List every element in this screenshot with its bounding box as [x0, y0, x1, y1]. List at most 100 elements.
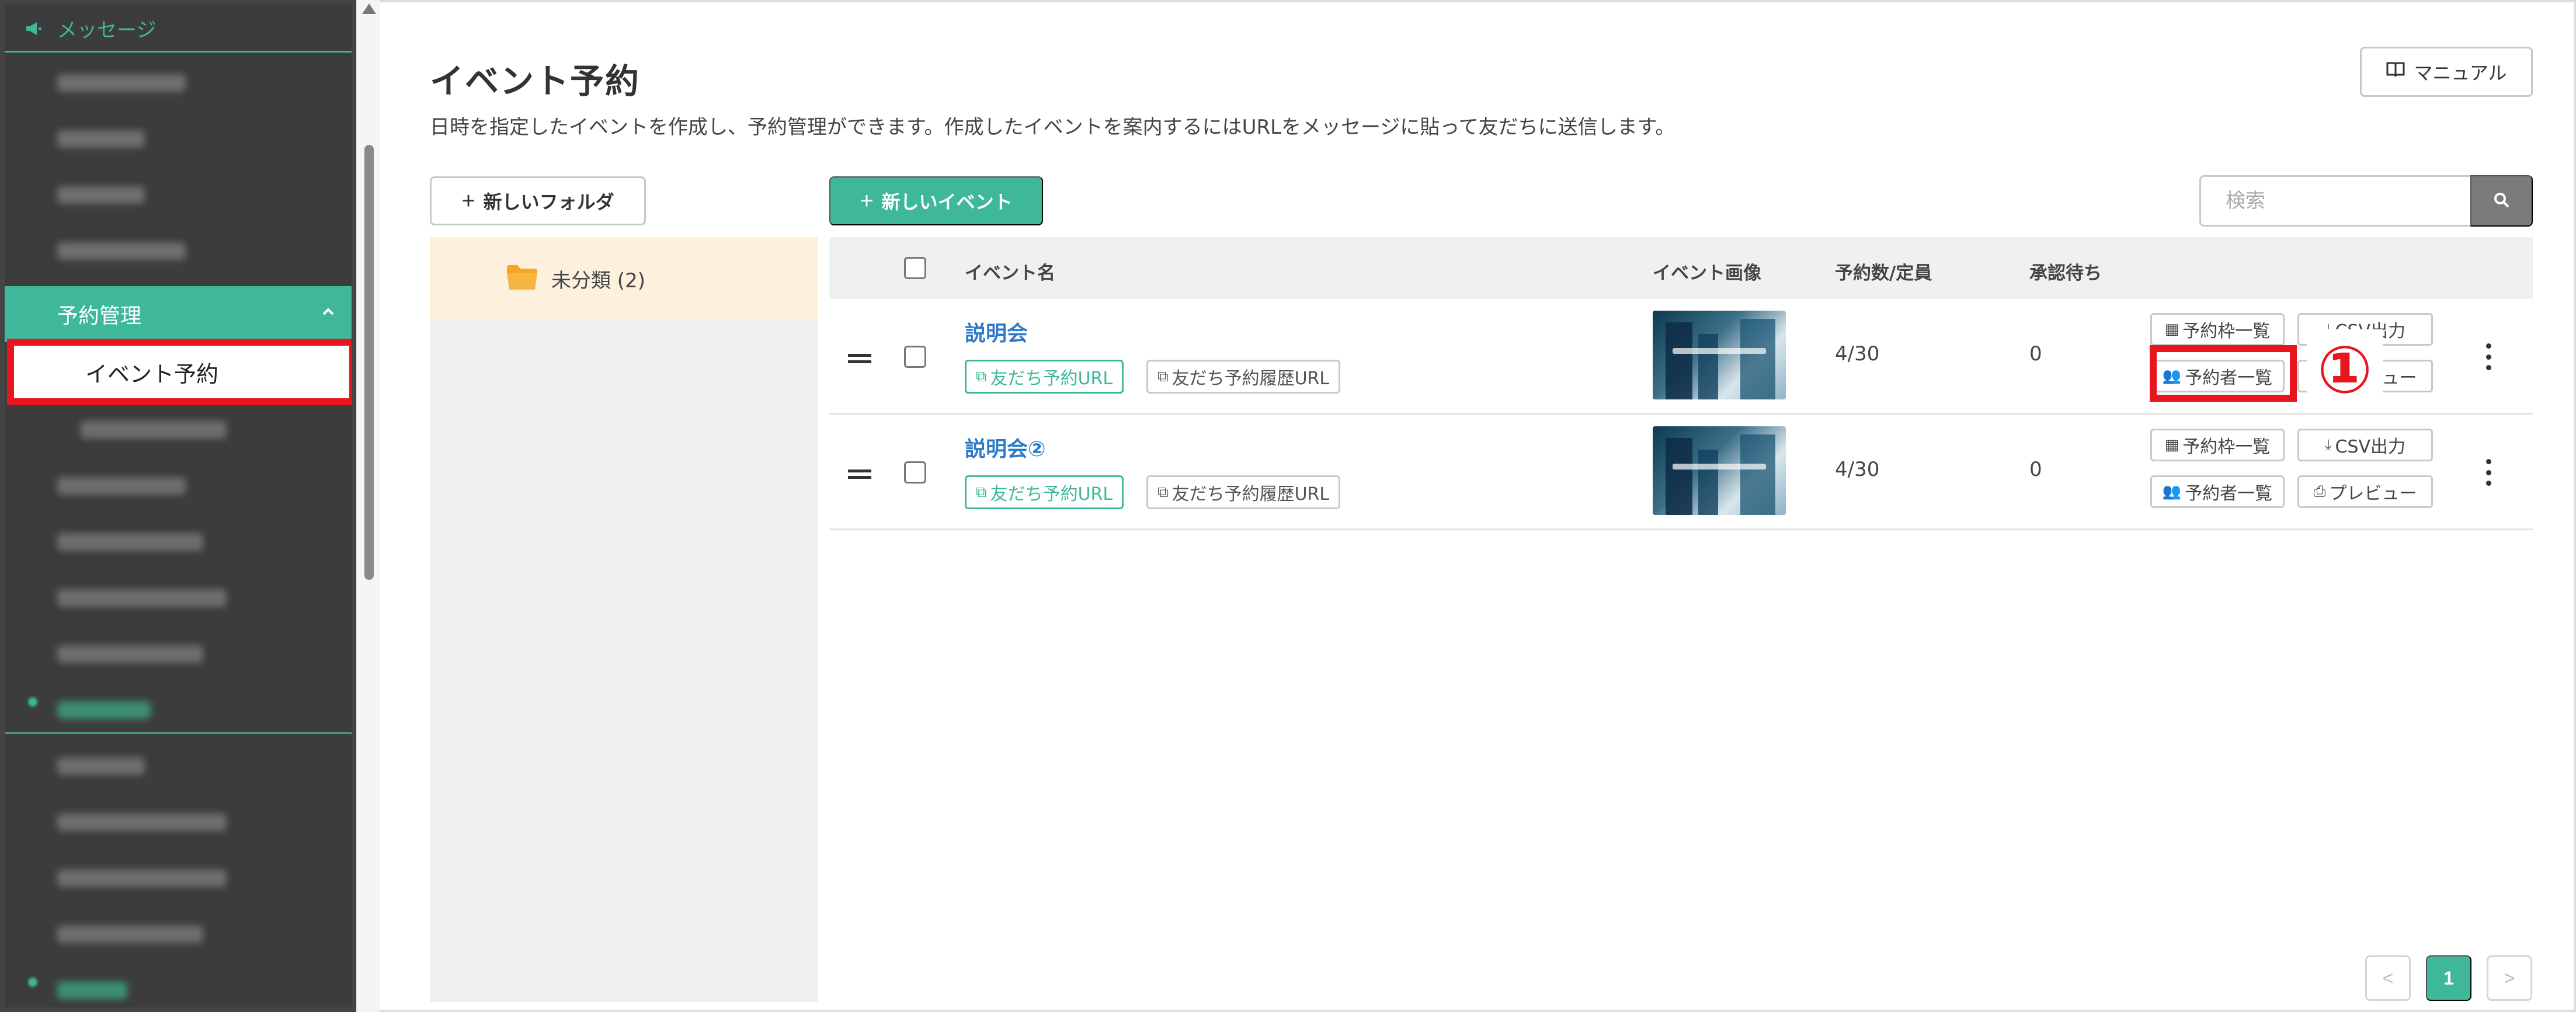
- reservation-count: 4/30: [1835, 342, 1880, 366]
- search-input[interactable]: [2199, 175, 2470, 227]
- scroll-up-arrow-icon[interactable]: [362, 4, 376, 14]
- col-header-reservations: 予約数/定員: [1835, 263, 1932, 284]
- book-icon: [2386, 61, 2405, 83]
- new-event-button[interactable]: + 新しいイベント: [829, 176, 1043, 225]
- main-content: イベント予約 日時を指定したイベントを作成し、予約管理ができます。作成したイベン…: [380, 0, 2576, 1012]
- calendar-icon: ▦: [2164, 321, 2179, 338]
- copy-icon: ⧉: [1157, 367, 1169, 385]
- friend-reservation-history-url-button[interactable]: ⧉ 友だち予約履歴URL: [1146, 360, 1341, 394]
- search-icon: [2492, 191, 2511, 211]
- search-button[interactable]: [2470, 175, 2533, 227]
- sidebar: メッセージ 予約管理 イベント予約: [0, 0, 356, 1012]
- plus-icon: +: [860, 187, 874, 214]
- col-header-image: イベント画像: [1653, 263, 1761, 284]
- folder-panel: 未分類 (2): [430, 237, 818, 1002]
- manual-button[interactable]: マニュアル: [2360, 47, 2533, 97]
- event-thumbnail: [1653, 311, 1786, 399]
- chevron-up-icon: [320, 304, 336, 325]
- pagination-prev-button[interactable]: <: [2365, 955, 2411, 1001]
- sidebar-item-blurred[interactable]: [5, 111, 352, 167]
- col-header-pending: 承認待ち: [2029, 263, 2102, 284]
- copy-icon: ⧉: [1157, 483, 1169, 501]
- button-label: 予約者一覧: [2185, 484, 2273, 504]
- reservation-count: 4/30: [1835, 458, 1880, 481]
- folder-item-uncategorized[interactable]: 未分類 (2): [430, 237, 818, 320]
- users-icon: 👥: [2162, 483, 2182, 500]
- tag-label: 友だち予約URL: [990, 368, 1113, 389]
- sidebar-group-blurred[interactable]: [5, 682, 352, 738]
- copy-icon: ⧉: [976, 367, 987, 385]
- table-row: 説明会② ⧉ 友だち予約URL ⧉ 友だち予約履歴URL 4/30 0 ▦ 予約…: [829, 415, 2533, 530]
- sidebar-scrollbar[interactable]: [356, 0, 380, 1012]
- tag-label: 友だち予約URL: [990, 484, 1113, 505]
- megaphone-icon: [25, 20, 42, 37]
- event-name-link[interactable]: 説明会: [965, 317, 1028, 347]
- friend-reservation-history-url-button[interactable]: ⧉ 友だち予約履歴URL: [1146, 475, 1341, 509]
- calendar-icon: ▦: [2164, 436, 2179, 454]
- button-label: CSV出力: [2335, 437, 2405, 457]
- sidebar-item-event-reservation[interactable]: イベント予約: [7, 339, 352, 405]
- row-checkbox[interactable]: [904, 461, 926, 484]
- reservers-list-button[interactable]: 👥 予約者一覧: [2150, 475, 2285, 508]
- tag-label: 友だち予約履歴URL: [1171, 484, 1330, 505]
- event-name-link[interactable]: 説明会②: [965, 432, 1045, 462]
- highlight-box: [2150, 345, 2297, 402]
- sidebar-item-blurred[interactable]: [5, 514, 352, 570]
- app-window: メッセージ 予約管理 イベント予約 イベント予約 日時を指定したイベントを作成し…: [0, 0, 2576, 1012]
- sidebar-group-label: メッセージ: [57, 19, 157, 42]
- sidebar-item-blurred[interactable]: [5, 402, 352, 458]
- folder-icon: [506, 264, 538, 293]
- sidebar-group-messages[interactable]: メッセージ: [5, 6, 352, 53]
- new-folder-label: 新しいフォルダ: [483, 192, 614, 213]
- sidebar-item-blurred[interactable]: [5, 850, 352, 906]
- sidebar-item-blurred[interactable]: [5, 906, 352, 962]
- button-label: 予約枠一覧: [2182, 437, 2271, 457]
- scrollbar-thumb[interactable]: [364, 145, 374, 580]
- friend-reservation-url-button[interactable]: ⧉ 友だち予約URL: [965, 360, 1124, 394]
- preview-button[interactable]: ⎙ プレビュー: [2297, 475, 2433, 508]
- select-all-checkbox[interactable]: [904, 257, 926, 279]
- download-icon: ⤓: [2324, 436, 2332, 454]
- plus-icon: +: [461, 187, 475, 214]
- col-header-name: イベント名: [965, 263, 1055, 284]
- copy-icon: ⧉: [976, 483, 987, 501]
- button-label: プレビュー: [2329, 484, 2417, 504]
- preview-icon: ⎙: [2313, 482, 2326, 500]
- pagination-page-current[interactable]: 1: [2426, 955, 2471, 1001]
- folder-label: 未分類 (2): [551, 269, 645, 293]
- csv-export-button[interactable]: ⤓ CSV出力: [2297, 429, 2433, 461]
- slots-list-button[interactable]: ▦ 予約枠一覧: [2150, 313, 2285, 346]
- sidebar-item-blurred[interactable]: [5, 794, 352, 850]
- sidebar-item-blurred[interactable]: [5, 167, 352, 223]
- sidebar-item-blurred[interactable]: [5, 223, 352, 279]
- sidebar-item-blurred[interactable]: [5, 626, 352, 682]
- tag-label: 友だち予約履歴URL: [1171, 368, 1330, 389]
- table-header: イベント名 イベント画像 予約数/定員 承認待ち: [829, 237, 2533, 299]
- page-title: イベント予約: [430, 61, 641, 101]
- sidebar-group-blurred[interactable]: [5, 962, 352, 1007]
- sidebar-item-blurred[interactable]: [5, 738, 352, 794]
- pending-count: 0: [2029, 458, 2042, 481]
- more-options-icon[interactable]: [2485, 459, 2491, 486]
- sidebar-item-blurred[interactable]: [5, 55, 352, 111]
- event-thumbnail: [1653, 426, 1786, 515]
- sidebar-divider: [5, 732, 352, 734]
- drag-handle-icon[interactable]: [848, 354, 871, 363]
- pending-count: 0: [2029, 342, 2042, 366]
- sidebar-item-label: イベント予約: [85, 361, 219, 387]
- slots-list-button[interactable]: ▦ 予約枠一覧: [2150, 429, 2285, 461]
- more-options-icon[interactable]: [2485, 343, 2491, 370]
- button-label: 予約枠一覧: [2182, 321, 2271, 342]
- drag-handle-icon[interactable]: [848, 470, 871, 479]
- row-checkbox[interactable]: [904, 346, 926, 368]
- step-number-badge: ①: [2307, 329, 2383, 411]
- sidebar-item-reservation-management[interactable]: 予約管理: [5, 286, 352, 342]
- sidebar-item-blurred[interactable]: [5, 458, 352, 514]
- pagination-next-button[interactable]: >: [2487, 955, 2532, 1001]
- sidebar-item-label: 予約管理: [57, 304, 142, 328]
- new-event-label: 新しいイベント: [881, 192, 1013, 213]
- new-folder-button[interactable]: + 新しいフォルダ: [430, 176, 646, 225]
- manual-button-label: マニュアル: [2414, 62, 2507, 84]
- sidebar-item-blurred[interactable]: [5, 570, 352, 626]
- friend-reservation-url-button[interactable]: ⧉ 友だち予約URL: [965, 475, 1124, 509]
